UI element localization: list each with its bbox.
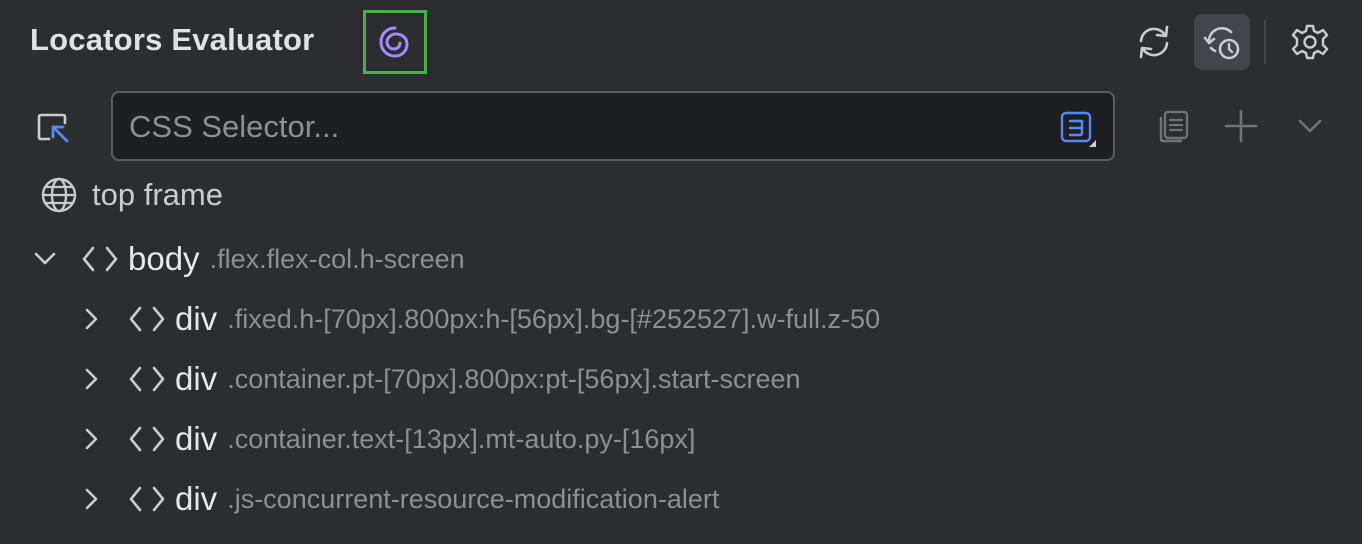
settings-button[interactable]	[1282, 14, 1338, 70]
code-tag-icon	[80, 239, 120, 279]
tag-classes: .container.pt-[70px].800px:pt-[56px].sta…	[227, 363, 801, 394]
tree-node-div[interactable]: div .container.text-[13px].mt-auto.py-[1…	[77, 415, 695, 463]
refresh-button[interactable]	[1126, 14, 1182, 70]
chevron-down-icon	[1298, 119, 1322, 133]
chevron-down-icon[interactable]	[30, 244, 60, 274]
more-dropdown-button[interactable]	[1282, 98, 1338, 154]
logo-highlight[interactable]	[363, 10, 427, 74]
css-selector-field[interactable]	[111, 91, 1115, 161]
element-picker-icon	[37, 113, 69, 143]
tree-node-body[interactable]: body .flex.flex-col.h-screen	[30, 235, 465, 283]
add-button[interactable]	[1213, 98, 1269, 154]
tag-name: div	[175, 360, 218, 397]
code-tag-icon	[127, 419, 167, 459]
copy-icon	[1159, 110, 1189, 143]
pick-element-button[interactable]	[30, 104, 76, 150]
tag-classes: .fixed.h-[70px].800px:h-[56px].bg-[#2525…	[227, 303, 881, 334]
code-tag-icon	[127, 479, 167, 519]
tag-name: div	[175, 420, 218, 457]
tree-node-div[interactable]: div .fixed.h-[70px].800px:h-[56px].bg-[#…	[77, 295, 880, 343]
tag-name: div	[175, 480, 218, 517]
tree-node-div[interactable]: div .js-concurrent-resource-modification…	[77, 475, 719, 523]
frame-selector[interactable]: top frame	[40, 174, 223, 216]
chevron-right-icon[interactable]	[77, 304, 107, 334]
gear-icon	[1291, 24, 1329, 60]
history-refresh-button[interactable]	[1194, 14, 1250, 70]
chevron-right-icon[interactable]	[77, 424, 107, 454]
tree-node-div[interactable]: div .container.pt-[70px].800px:pt-[56px]…	[77, 355, 801, 403]
panel-title: Locators Evaluator	[30, 22, 315, 57]
tag-name: div	[175, 300, 218, 337]
code-tag-icon	[127, 299, 167, 339]
code-tag-icon	[127, 359, 167, 399]
tag-classes: .js-concurrent-resource-modification-ale…	[227, 483, 720, 514]
globe-icon	[41, 177, 77, 213]
tag-classes: .container.text-[13px].mt-auto.py-[16px]	[227, 423, 696, 454]
tag-name: body	[128, 240, 200, 277]
copy-button[interactable]	[1146, 98, 1202, 154]
history-refresh-icon	[1203, 27, 1240, 60]
refresh-icon	[1139, 25, 1169, 59]
toolbar-divider	[1264, 20, 1266, 64]
frame-label: top frame	[92, 177, 223, 212]
chevron-right-icon[interactable]	[77, 484, 107, 514]
css3-icon[interactable]	[1059, 110, 1097, 148]
chevron-right-icon[interactable]	[77, 364, 107, 394]
swirl-logo-icon	[379, 26, 409, 58]
plus-icon	[1224, 109, 1258, 143]
tag-classes: .flex.flex-col.h-screen	[209, 243, 465, 274]
css-selector-input[interactable]	[127, 93, 1051, 161]
